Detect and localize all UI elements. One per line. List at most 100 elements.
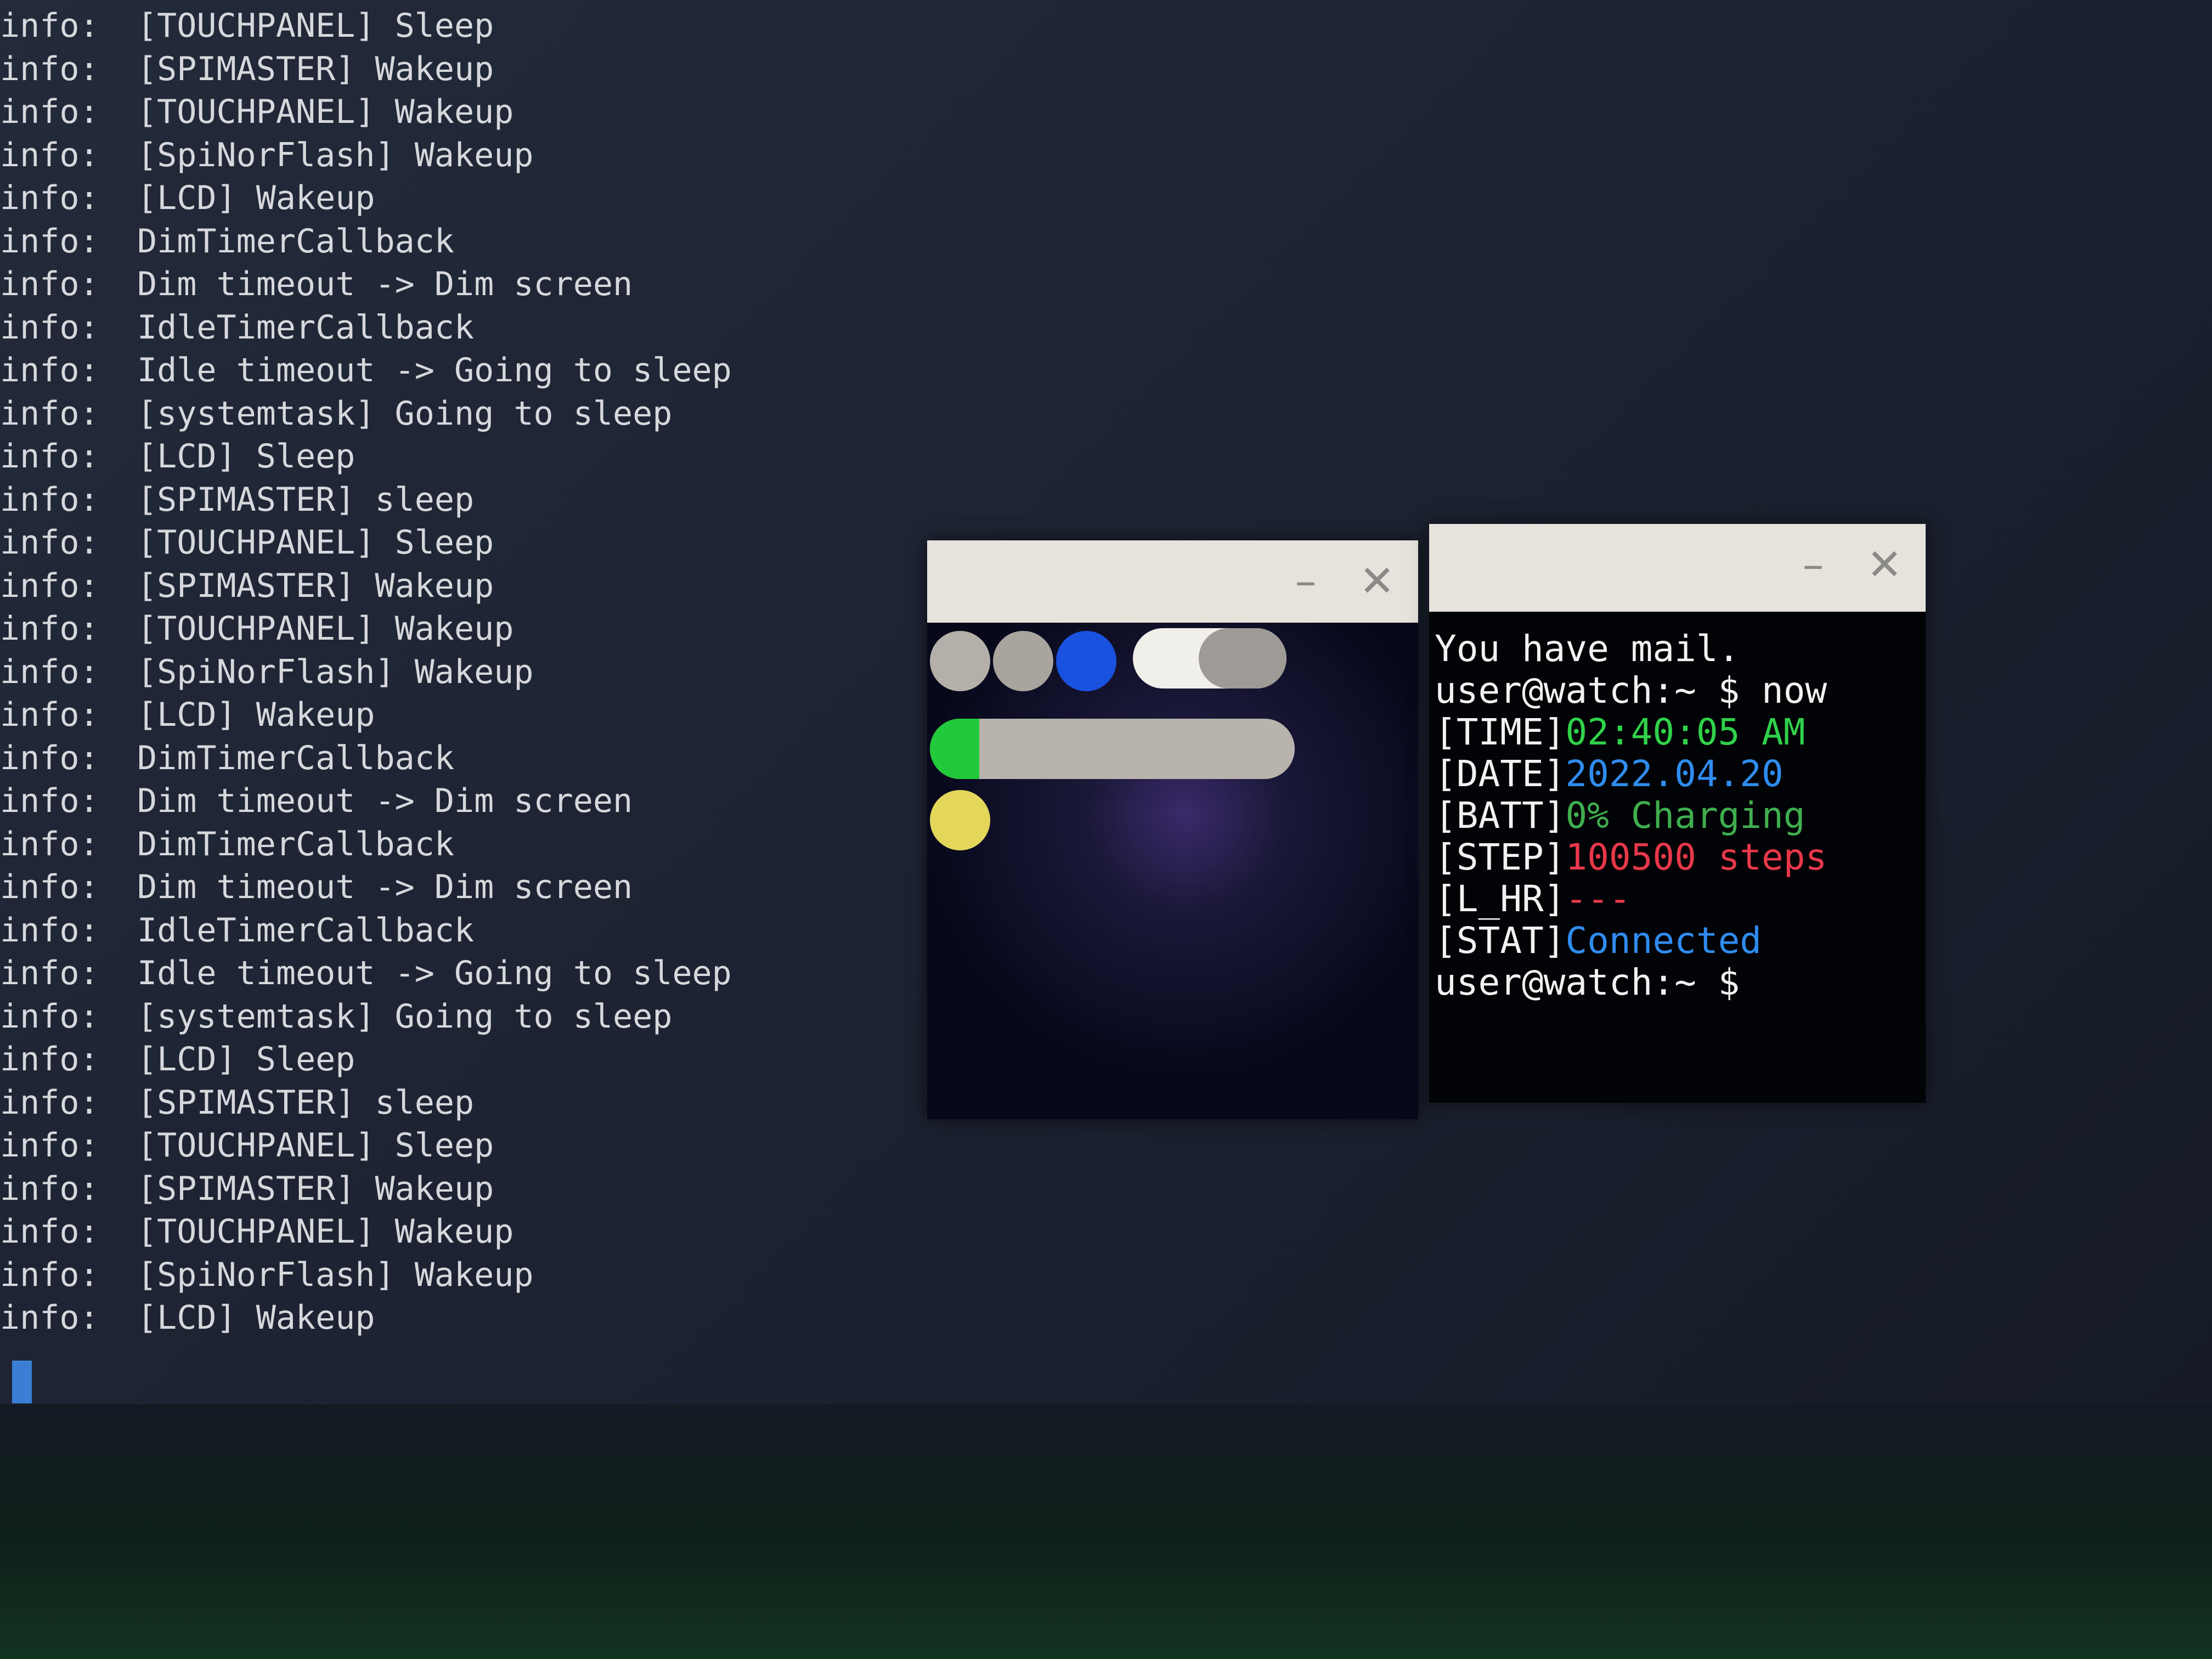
status-label: [L_HR] xyxy=(1435,878,1566,920)
log-message: [TOUCHPANEL] Wakeup xyxy=(137,610,514,648)
log-message: IdleTimerCallback xyxy=(137,911,475,950)
close-icon: ✕ xyxy=(1359,557,1395,606)
log-level: info: xyxy=(0,351,99,390)
close-icon: ✕ xyxy=(1866,540,1903,590)
status-row: [TIME]02:40:05 AM xyxy=(1435,712,1920,753)
log-message: [TOUCHPANEL] Sleep xyxy=(137,7,494,45)
log-level: info: xyxy=(0,136,99,174)
log-level: info: xyxy=(0,1212,99,1251)
log-level: info: xyxy=(0,911,99,950)
log-message: [LCD] Wakeup xyxy=(137,696,375,734)
status-label: [STAT] xyxy=(1435,919,1566,962)
log-line: info: [SPIMASTER] sleep xyxy=(0,478,823,522)
log-level: info: xyxy=(0,610,99,648)
status-value: Connected xyxy=(1565,919,1762,962)
simulator-titlebar[interactable]: – ✕ xyxy=(927,540,1418,623)
close-button[interactable]: ✕ xyxy=(1860,540,1909,590)
status-row: [STEP]100500 steps xyxy=(1435,837,1920,878)
log-level: info: xyxy=(0,696,99,734)
log-level: info: xyxy=(0,652,99,691)
terminal-titlebar[interactable]: – ✕ xyxy=(1429,524,1926,612)
command-line: user@watch:~ $ now xyxy=(1435,670,1920,712)
log-line: info: [TOUCHPANEL] Wakeup xyxy=(0,91,823,134)
log-message: [SpiNorFlash] Wakeup xyxy=(137,136,534,174)
log-message: DimTimerCallback xyxy=(137,222,454,261)
log-level: info: xyxy=(0,222,99,261)
log-message: [SpiNorFlash] Wakeup xyxy=(137,652,534,691)
log-level: info: xyxy=(0,523,99,562)
log-line: info: [LCD] Wakeup xyxy=(0,177,823,220)
log-line: info: Dim timeout -> Dim screen xyxy=(0,780,823,823)
log-line: info: [TOUCHPANEL] Sleep xyxy=(0,521,823,565)
log-line: info: Idle timeout -> Going to sleep xyxy=(0,952,823,995)
log-line: info: [SpiNorFlash] Wakeup xyxy=(0,651,823,694)
desktop-screen: info: [TOUCHPANEL] Sleep info: [SPIMASTER] … xyxy=(0,0,2212,1404)
log-line: info: [SPIMASTER] Wakeup xyxy=(0,48,823,91)
log-message: IdleTimerCallback xyxy=(137,308,475,347)
log-line: info: [LCD] Wakeup xyxy=(0,693,823,737)
terminal-log: info: [TOUCHPANEL] Sleep info: [SPIMASTER] … xyxy=(0,0,823,1340)
status-value: --- xyxy=(1565,878,1631,920)
log-message: Idle timeout -> Going to sleep xyxy=(137,954,732,992)
minimize-button[interactable]: – xyxy=(1281,557,1330,606)
log-level: info: xyxy=(0,7,99,45)
log-line: info: [SPIMASTER] sleep xyxy=(0,1081,823,1125)
status-value: 2022.04.20 xyxy=(1565,753,1784,795)
log-message: Dim timeout -> Dim screen xyxy=(137,265,633,303)
log-level: info: xyxy=(0,437,99,476)
log-message: [SPIMASTER] sleep xyxy=(137,1083,475,1122)
log-level: info: xyxy=(0,738,99,777)
log-level: info: xyxy=(0,49,99,88)
minimize-icon: – xyxy=(1295,557,1317,606)
log-line: info: DimTimerCallback xyxy=(0,220,823,263)
status-value: 100500 steps xyxy=(1565,836,1827,878)
minimize-button[interactable]: – xyxy=(1788,540,1838,590)
status-label: [TIME] xyxy=(1435,711,1566,753)
log-line: info: [systemtask] Going to sleep xyxy=(0,392,823,436)
log-message: [TOUCHPANEL] Sleep xyxy=(137,523,494,562)
log-level: info: xyxy=(0,480,99,519)
close-button[interactable]: ✕ xyxy=(1352,557,1402,606)
log-level: info: xyxy=(0,179,99,217)
log-message: [systemtask] Going to sleep xyxy=(137,394,673,433)
status-row: [L_HR]--- xyxy=(1435,878,1920,920)
log-message: Dim timeout -> Dim screen xyxy=(137,868,633,906)
log-message: [SPIMASTER] Wakeup xyxy=(137,566,494,605)
log-line: info: IdleTimerCallback xyxy=(0,306,823,349)
log-line: info: [LCD] Sleep xyxy=(0,435,823,478)
log-line: info: [LCD] Wakeup xyxy=(0,1296,823,1340)
log-message: [LCD] Sleep xyxy=(137,437,356,476)
text-cursor xyxy=(12,1361,32,1403)
status-row: [BATT]0% Charging xyxy=(1435,795,1920,837)
log-line: info: Dim timeout -> Dim screen xyxy=(0,263,823,306)
progress-fill-green xyxy=(930,719,979,779)
log-level: info: xyxy=(0,1299,99,1337)
log-level: info: xyxy=(0,265,99,303)
log-level: info: xyxy=(0,1169,99,1208)
status-label: [BATT] xyxy=(1435,794,1566,837)
log-message: [TOUCHPANEL] Sleep xyxy=(137,1126,494,1165)
log-message: [LCD] Wakeup xyxy=(137,1299,375,1337)
log-line: info: [TOUCHPANEL] Wakeup xyxy=(0,607,823,651)
log-level: info: xyxy=(0,868,99,906)
shell-prompt: user@watch:~ $ xyxy=(1435,669,1740,712)
log-line: info: [SPIMASTER] Wakeup xyxy=(0,1167,823,1211)
status-row: [DATE]2022.04.20 xyxy=(1435,753,1920,795)
log-level: info: xyxy=(0,1083,99,1122)
log-message: [LCD] Sleep xyxy=(137,1040,356,1079)
terminal-output[interactable]: You have mail. user@watch:~ $ now [TIME]… xyxy=(1435,628,1920,1003)
log-level: info: xyxy=(0,997,99,1036)
log-line: info: [systemtask] Going to sleep xyxy=(0,995,823,1039)
log-line: info: [TOUCHPANEL] Sleep xyxy=(0,4,823,48)
log-message: [SpiNorFlash] Wakeup xyxy=(137,1255,534,1294)
log-line: info: [TOUCHPANEL] Sleep xyxy=(0,1124,823,1167)
log-level: info: xyxy=(0,1126,99,1165)
status-dot-gray-2 xyxy=(993,631,1053,691)
command-text: now xyxy=(1740,669,1827,712)
status-value: 02:40:05 AM xyxy=(1565,711,1805,753)
log-message: [TOUCHPANEL] Wakeup xyxy=(137,1212,514,1251)
log-line: info: [LCD] Sleep xyxy=(0,1038,823,1081)
log-message: [TOUCHPANEL] Wakeup xyxy=(137,93,514,131)
log-line: info: Dim timeout -> Dim screen xyxy=(0,866,823,909)
final-prompt[interactable]: user@watch:~ $ xyxy=(1435,962,1920,1003)
